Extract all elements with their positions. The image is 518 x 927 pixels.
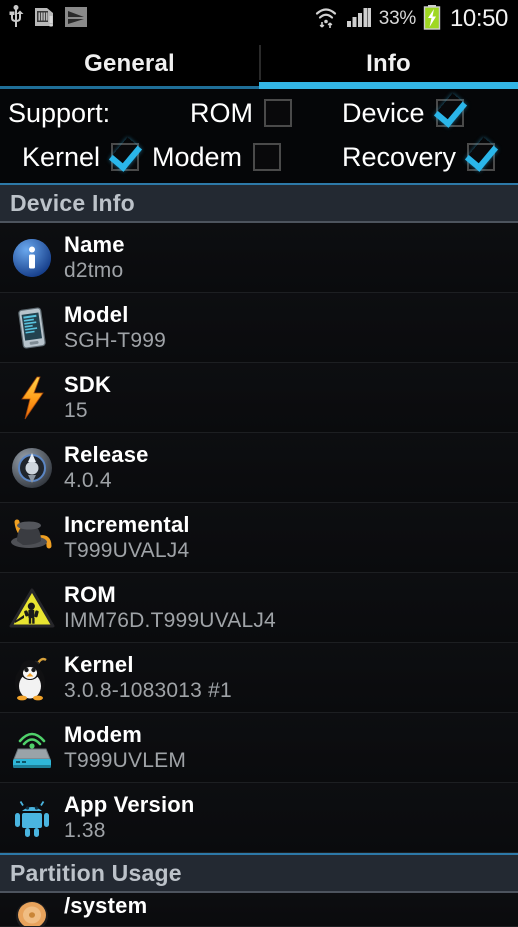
list-item[interactable]: /system [0,893,518,927]
list-item[interactable]: SDK 15 [0,363,518,433]
support-item-kernel-checkbox[interactable] [111,143,140,171]
support-item-recovery-checkbox[interactable] [467,143,496,171]
penguin-bomb-icon [6,655,58,701]
list-item-title: Release [64,441,149,467]
list-item-title: Name [64,231,125,257]
list-item[interactable]: Release 4.0.4 [0,433,518,503]
support-item-modem-label: Modem [152,141,243,172]
usb-icon [8,4,24,34]
support-item-kernel[interactable]: Kernel [0,142,152,173]
support-item-recovery[interactable]: Recovery [342,142,518,173]
tab-divider [259,45,261,80]
support-item-rom[interactable]: ROM [190,98,342,129]
tab-bar: General Info [0,38,518,89]
support-item-rom-label: ROM [190,97,253,128]
android-robot-icon [6,795,58,841]
compass-icon [6,445,58,491]
list-item-value: T999UVALJ4 [64,538,190,562]
tab-info-label: Info [366,49,411,77]
modem-router-icon [6,725,58,771]
support-row-1: Support: ROM Device [0,91,518,135]
info-circle-icon [6,235,58,281]
support-item-device-label: Device [342,97,425,128]
tab-general-label: General [84,49,175,77]
section-header-partition-usage: Partition Usage [0,853,518,893]
support-item-modem[interactable]: Modem [152,142,342,173]
support-item-device[interactable]: Device [342,98,518,129]
sdcard-icon [33,5,55,34]
section-header-device-info: Device Info [0,183,518,223]
list-item-value: d2tmo [64,258,124,282]
signal-flag-icon [64,5,88,34]
top-hat-icon [6,515,58,561]
list-item[interactable]: App Version 1.38 [0,783,518,853]
status-bar-clock: 10:50 [449,5,508,32]
support-row-2: Kernel Modem Recovery [0,135,518,179]
list-item-value: 3.0.8-1083013 #1 [64,678,232,702]
cellular-signal-icon [346,5,372,34]
tab-info-underline [259,82,518,89]
disk-icon [6,895,58,926]
list-item[interactable]: Kernel 3.0.8-1083013 #1 [0,643,518,713]
battery-percent-label: 33% [378,8,416,29]
status-bar-left-icons [8,4,88,34]
support-panel: Support: ROM Device Kernel Modem Recover… [0,89,518,183]
list-item-value: SGH-T999 [64,328,166,352]
device-info-list: Name d2tmo Model SGH-T999 SDK 15 Release… [0,223,518,853]
phone-device-icon [6,305,58,351]
list-item-title: /system [64,893,148,918]
list-item-title: Model [64,301,129,327]
support-item-modem-checkbox[interactable] [253,143,282,171]
partition-usage-list: /system [0,893,518,927]
list-item-title: App Version [64,791,195,817]
list-item[interactable]: ROM IMM76D.T999UVALJ4 [0,573,518,643]
list-item-value: IMM76D.T999UVALJ4 [64,608,276,632]
list-item-title: Incremental [64,511,190,537]
list-item-value: 15 [64,398,88,422]
list-item-title: Kernel [64,651,134,677]
wifi-transfer-icon [313,4,339,35]
status-bar: 33% 10:50 [0,0,518,38]
section-header-partition-usage-label: Partition Usage [10,859,182,886]
support-title: Support: [8,97,111,128]
list-item-title: ROM [64,581,116,607]
list-item-value: 4.0.4 [64,468,112,492]
battery-charging-icon [423,4,441,35]
support-item-device-checkbox[interactable] [435,99,464,127]
list-item[interactable]: Modem T999UVLEM [0,713,518,783]
support-item-recovery-label: Recovery [342,141,457,172]
list-item[interactable]: Name d2tmo [0,223,518,293]
list-item[interactable]: Incremental T999UVALJ4 [0,503,518,573]
list-item-value: T999UVLEM [64,748,187,772]
tab-general-underline [0,86,259,89]
lightning-bolt-icon [6,375,58,421]
warning-android-icon [6,585,58,631]
list-item-title: Modem [64,721,142,747]
list-item-title: SDK [64,371,112,397]
tab-general[interactable]: General [0,38,259,89]
tab-info[interactable]: Info [259,38,518,89]
support-item-kernel-label: Kernel [22,141,101,172]
status-bar-right-icons: 33% 10:50 [313,4,508,35]
list-item-value: 1.38 [64,818,106,842]
list-item[interactable]: Model SGH-T999 [0,293,518,363]
section-header-device-info-label: Device Info [10,189,135,216]
support-item-rom-checkbox[interactable] [264,99,292,127]
